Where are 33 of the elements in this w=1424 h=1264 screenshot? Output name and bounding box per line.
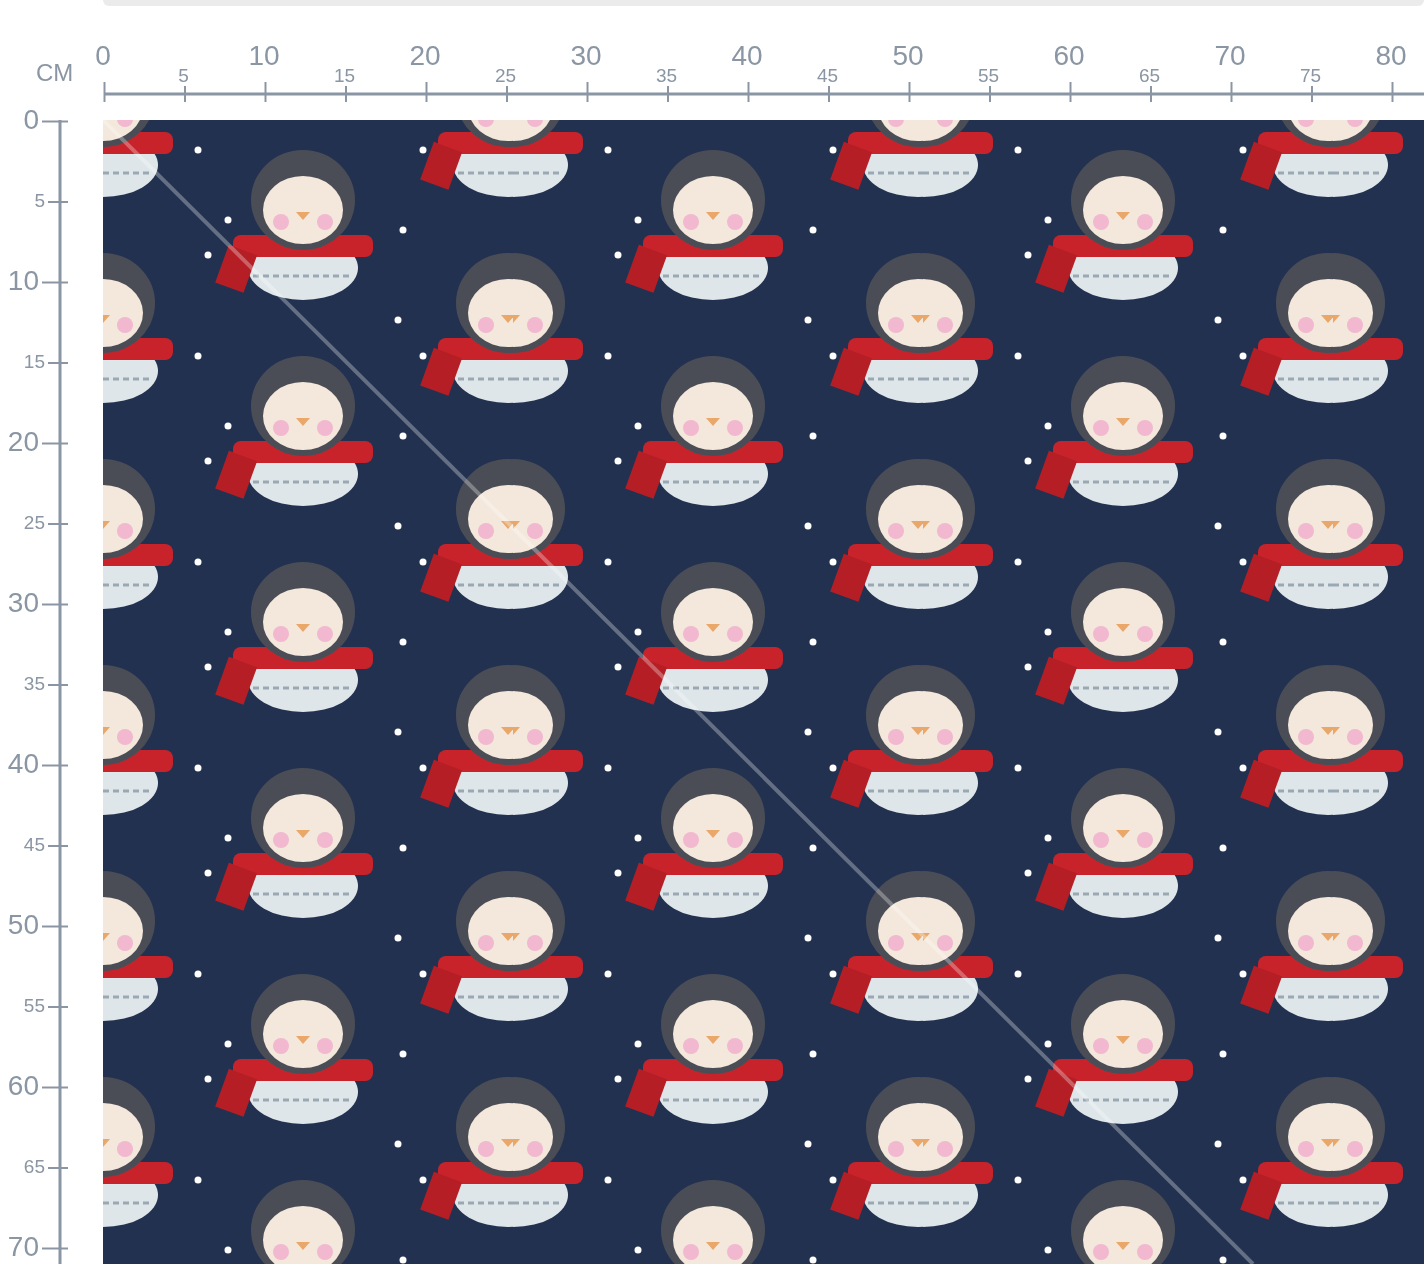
ruler-label: 40 bbox=[7, 750, 39, 778]
ruler-label: 30 bbox=[570, 42, 602, 70]
ruler-label: 50 bbox=[892, 42, 924, 70]
ruler-label: 35 bbox=[655, 66, 678, 85]
ruler-label: 20 bbox=[409, 42, 441, 70]
ruler-label: 0 bbox=[95, 42, 111, 70]
ruler-label: 25 bbox=[23, 512, 45, 532]
ruler-label: 5 bbox=[178, 66, 189, 85]
ruler-label: 40 bbox=[731, 42, 763, 70]
ruler-label: 5 bbox=[34, 190, 45, 210]
ruler-label: 15 bbox=[23, 351, 45, 371]
ruler-label: 10 bbox=[7, 267, 39, 295]
ruler-label: 70 bbox=[1214, 42, 1246, 70]
ruler-label: 60 bbox=[7, 1072, 39, 1100]
ruler-label: 55 bbox=[23, 995, 45, 1015]
ruler-label: 45 bbox=[816, 66, 839, 85]
ruler-label: 80 bbox=[1375, 42, 1407, 70]
ruler-label: 70 bbox=[7, 1233, 39, 1261]
ruler-label: 20 bbox=[7, 428, 39, 456]
ruler-label: 45 bbox=[23, 834, 45, 854]
ruler-label: 0 bbox=[23, 106, 39, 134]
unit-label: CM bbox=[36, 61, 74, 85]
ruler-label: 15 bbox=[333, 66, 356, 85]
ruler-label: 10 bbox=[248, 42, 280, 70]
ruler-label: 50 bbox=[7, 911, 39, 939]
ruler-label: 35 bbox=[23, 673, 45, 693]
ruler-label: 65 bbox=[23, 1156, 45, 1176]
ruler-label: 30 bbox=[7, 589, 39, 617]
ruler-label: 75 bbox=[1299, 66, 1322, 85]
ruler-label: 60 bbox=[1053, 42, 1085, 70]
ruler-label: 25 bbox=[494, 66, 517, 85]
ruler-label: 65 bbox=[1138, 66, 1161, 85]
ruler-label: 55 bbox=[977, 66, 1000, 85]
